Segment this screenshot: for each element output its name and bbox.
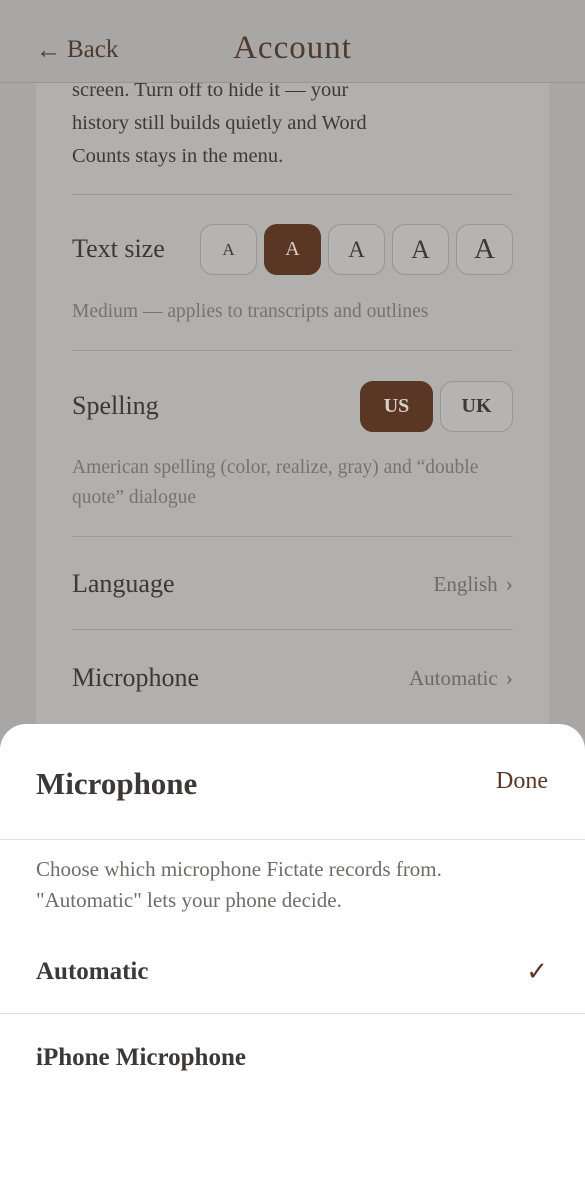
done-button[interactable]: Done — [496, 768, 548, 795]
sheet-title: Microphone — [36, 766, 198, 801]
microphone-value-group: Automatic › — [409, 665, 513, 691]
spelling-uk-button[interactable]: UK — [440, 381, 513, 432]
text-size-xlarge-button[interactable]: A — [456, 224, 513, 275]
spelling-us-button[interactable]: US — [360, 381, 433, 432]
app-header: ← Back Account — [0, 0, 585, 83]
text-size-small-button[interactable]: A — [264, 224, 321, 275]
microphone-row[interactable]: Microphone Automatic › — [72, 648, 513, 708]
page-title: Account — [233, 30, 352, 66]
sheet-header-divider — [0, 839, 585, 840]
text-size-label: Text size — [72, 234, 165, 263]
text-size-selector: A A A A A — [200, 224, 513, 275]
checkmark-icon: ✓ — [526, 957, 548, 987]
divider — [72, 194, 513, 195]
settings-card: screen. Turn off to hide it — your histo… — [36, 60, 549, 760]
language-label: Language — [72, 569, 175, 598]
microphone-label: Microphone — [72, 663, 200, 692]
option-automatic[interactable]: Automatic ✓ — [0, 935, 585, 1009]
divider — [72, 536, 513, 537]
spelling-selector: US UK — [360, 381, 513, 432]
text-size-xsmall-button[interactable]: A — [200, 224, 257, 275]
language-value: English — [433, 571, 498, 596]
text-size-large-button[interactable]: A — [392, 224, 449, 275]
option-label: Automatic — [36, 958, 149, 985]
text-size-caption: Medium — applies to transcripts and outl… — [72, 301, 429, 322]
language-row[interactable]: Language English › — [72, 554, 513, 614]
spelling-caption: American spelling (color, realize, gray)… — [72, 457, 479, 508]
option-divider — [0, 1013, 585, 1014]
text-size-medium-button[interactable]: A — [328, 224, 385, 275]
option-iphone-microphone[interactable]: iPhone Microphone — [0, 1021, 585, 1095]
sheet-description: Choose which microphone Fictate records … — [36, 857, 442, 912]
spelling-label: Spelling — [72, 391, 159, 420]
microphone-sheet: Microphone Done Choose which microphone … — [0, 724, 585, 1196]
microphone-value: Automatic — [409, 665, 498, 690]
option-label: iPhone Microphone — [36, 1044, 246, 1071]
chevron-right-icon: › — [505, 665, 513, 690]
language-value-group: English › — [434, 571, 514, 597]
word-counts-note: screen. Turn off to hide it — your histo… — [72, 79, 367, 167]
chevron-right-icon: › — [505, 571, 513, 596]
divider — [72, 350, 513, 351]
divider — [72, 629, 513, 630]
